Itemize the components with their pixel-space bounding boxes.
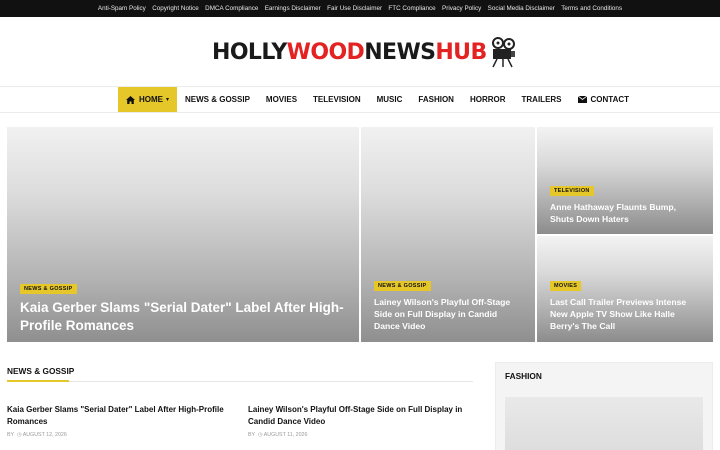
clock-icon: ◷ bbox=[15, 432, 22, 438]
chevron-down-icon: ▾ bbox=[166, 97, 170, 103]
main-nav: HOME ▾ NEWS & GOSSIP MOVIES TELEVISION M… bbox=[118, 87, 637, 112]
logo-reel-o: O bbox=[229, 39, 249, 65]
nav-divider bbox=[0, 112, 720, 113]
logo-wordmark: HOLLYWOODNEWSHUB bbox=[212, 39, 487, 65]
hero-bottom-right-title[interactable]: Last Call Trailer Previews Intense New A… bbox=[550, 296, 701, 332]
nav-music[interactable]: MUSIC bbox=[369, 87, 411, 112]
widget-thumbnail[interactable] bbox=[505, 397, 703, 450]
post-author-label: BY bbox=[7, 432, 14, 438]
nav-trailers[interactable]: TRAILERS bbox=[514, 87, 570, 112]
widget-title[interactable]: FASHION bbox=[505, 371, 542, 381]
link-anti-spam-policy[interactable]: Anti-Spam Policy bbox=[95, 5, 149, 12]
clock-icon: ◷ bbox=[256, 432, 263, 438]
nav-fashion[interactable]: FASHION bbox=[410, 87, 462, 112]
hero-top-right-title[interactable]: Anne Hathaway Flaunts Bump, Shuts Down H… bbox=[550, 201, 701, 225]
nav-news-gossip[interactable]: NEWS & GOSSIP bbox=[177, 87, 258, 112]
hero-main-title[interactable]: Kaia Gerber Slams "Serial Dater" Label A… bbox=[20, 299, 347, 335]
nav-contact[interactable]: CONTACT bbox=[570, 87, 638, 112]
top-links-bar: Anti-Spam Policy Copyright Notice DMCA C… bbox=[0, 0, 720, 17]
post-meta: BY ◷ AUGUST 12, 2026 bbox=[7, 432, 67, 438]
category-badge[interactable]: TELEVISION bbox=[550, 186, 594, 196]
home-icon bbox=[126, 95, 135, 104]
nav-horror[interactable]: HORROR bbox=[462, 87, 514, 112]
link-earnings-disclaimer[interactable]: Earnings Disclaimer bbox=[262, 5, 324, 12]
section-divider bbox=[7, 381, 473, 382]
link-social-media-disclaimer[interactable]: Social Media Disclaimer bbox=[484, 5, 558, 12]
post-author-label: BY bbox=[248, 432, 255, 438]
nav-movies[interactable]: MOVIES bbox=[258, 87, 305, 112]
post-title[interactable]: Kaia Gerber Slams "Serial Dater" Label A… bbox=[7, 404, 235, 427]
section-title[interactable]: NEWS & GOSSIP bbox=[7, 366, 74, 376]
post-date: AUGUST 11, 2026 bbox=[263, 432, 308, 438]
link-fair-use-disclaimer[interactable]: Fair Use Disclaimer bbox=[324, 5, 385, 12]
link-privacy-policy[interactable]: Privacy Policy bbox=[439, 5, 485, 12]
nav-contact-label: CONTACT bbox=[590, 95, 630, 104]
hero-middle-title[interactable]: Lainey Wilson's Playful Off-Stage Side o… bbox=[374, 296, 523, 332]
hero-bottom-right-post[interactable]: MOVIES Last Call Trailer Previews Intens… bbox=[537, 236, 713, 342]
category-badge[interactable]: NEWS & GOSSIP bbox=[20, 284, 77, 294]
post-date: AUGUST 12, 2026 bbox=[22, 432, 67, 438]
link-ftc-compliance[interactable]: FTC Compliance bbox=[385, 5, 439, 12]
link-terms-and-conditions[interactable]: Terms and Conditions bbox=[558, 5, 625, 12]
link-copyright-notice[interactable]: Copyright Notice bbox=[149, 5, 202, 12]
nav-home-label: HOME bbox=[139, 95, 163, 104]
section-accent bbox=[7, 380, 69, 382]
category-badge[interactable]: MOVIES bbox=[550, 281, 582, 291]
post-title[interactable]: Lainey Wilson's Playful Off-Stage Side o… bbox=[248, 404, 473, 427]
nav-television[interactable]: TELEVISION bbox=[305, 87, 369, 112]
hero-top-right-post[interactable]: TELEVISION Anne Hathaway Flaunts Bump, S… bbox=[537, 127, 713, 234]
category-badge[interactable]: NEWS & GOSSIP bbox=[374, 281, 431, 291]
link-dmca-compliance[interactable]: DMCA Compliance bbox=[202, 5, 262, 12]
post-meta: BY ◷ AUGUST 11, 2026 bbox=[248, 432, 307, 438]
film-camera-icon bbox=[491, 37, 515, 68]
site-logo[interactable]: HOLLYWOODNEWSHUB bbox=[212, 34, 516, 70]
hero-main-post[interactable]: NEWS & GOSSIP Kaia Gerber Slams "Serial … bbox=[7, 127, 359, 342]
envelope-icon bbox=[577, 96, 587, 103]
hero-middle-post[interactable]: NEWS & GOSSIP Lainey Wilson's Playful Of… bbox=[361, 127, 535, 342]
nav-home[interactable]: HOME ▾ bbox=[118, 87, 178, 112]
